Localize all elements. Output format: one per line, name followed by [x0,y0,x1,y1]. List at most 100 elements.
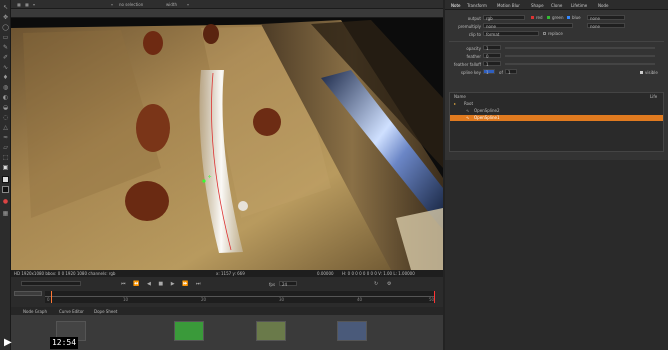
timeline-tick: 20 [201,297,207,302]
smear-icon[interactable]: ≈ [2,134,9,141]
foreground-color[interactable] [2,176,9,183]
left-toolbar: ↖ ✥ ◯ ▭ ✎ ✐ ∿ ♦ ◍ ◐ ◒ ◌ △ ≈ ▱ ⬚ ▣ ● ▦ [0,0,11,350]
eraser-icon[interactable]: ▱ [2,144,9,151]
fps-field[interactable]: 24 [279,281,297,287]
output-label: output [467,16,481,21]
grid-icon[interactable]: ▦ [2,210,9,217]
blur-icon[interactable]: ◌ [2,114,9,121]
video-play-icon[interactable]: ▶ [4,337,18,350]
record-icon[interactable]: ● [2,198,9,205]
timeline-tick: 40 [357,297,363,302]
loop-icon[interactable]: ↻ [374,281,378,287]
last-frame-icon[interactable]: ⏭ [196,281,204,287]
pen-icon[interactable]: ✐ [2,54,9,61]
viewer-width-label[interactable]: width [166,2,177,7]
viewer-selection-label[interactable]: no selection [119,2,143,7]
viewer-toolbar [11,9,443,18]
layer-row-selected[interactable]: ∿ OpenSpline1 [450,115,663,121]
timeline-scrubber[interactable]: 0 10 20 30 40 50 [45,291,435,303]
play-back-icon[interactable]: ◀ [147,281,154,287]
select-icon[interactable]: ↖ [2,4,9,11]
tab-dope-sheet[interactable]: Dope Sheet [94,309,117,314]
premultiply-label: premultiply [458,24,481,29]
play-icon[interactable]: ▶ [171,281,178,287]
tab-node[interactable]: Node [598,3,608,8]
open-spline-icon[interactable]: ∿ [2,64,9,71]
tab-curve-editor[interactable]: Curve Editor [59,309,84,314]
out-point-marker[interactable] [434,291,435,303]
plate-node-thumbnail[interactable] [256,321,286,341]
tab-transform[interactable]: Transform [467,3,487,8]
sharpen-icon[interactable]: △ [2,124,9,131]
global-dropdown[interactable] [14,291,42,296]
color-swatch-icon[interactable]: ▣ [2,164,9,171]
transform-icon[interactable]: ✥ [2,14,9,21]
tab-shape[interactable]: Shape [531,3,544,8]
spline-point[interactable] [202,179,206,183]
clone-icon[interactable]: ◍ [2,84,9,91]
background-node-thumbnail[interactable] [337,321,367,341]
ellipse-icon[interactable]: ◯ [2,24,9,31]
feather-falloff-slider[interactable] [505,63,655,65]
tab-node-graph[interactable]: Node Graph [23,309,47,314]
playback-controls: ⏮ ⏪ ◀ ■ ▶ ⏩ ⏭ [121,281,271,287]
viewer-channel-icon[interactable]: ■ [25,2,29,7]
output-dropdown[interactable]: rgb [483,15,525,21]
greenscreen-node-thumbnail[interactable] [174,321,204,341]
timeline-tick: 10 [123,297,129,302]
next-key-icon[interactable]: ⏩ [182,281,191,287]
opacity-slider[interactable] [505,47,655,49]
rectangle-icon[interactable]: ▭ [2,34,9,41]
frame-range-field[interactable] [21,281,81,286]
viewer-pixel-values: 0.00000 [317,271,334,276]
viewer-dropdown-icon[interactable]: ▾ [111,2,113,7]
layer-root-label: Root [464,101,474,106]
replace-checkbox[interactable] [543,32,546,35]
blue-checkbox[interactable] [567,16,570,19]
dodge-icon[interactable]: ◒ [2,104,9,111]
prev-key-icon[interactable]: ⏪ [133,281,142,287]
viewer-cursor-position: x: 1157 y: 669 [216,271,245,276]
layer-root-row[interactable]: ▸ Root [450,101,663,107]
timeline-panel: ⏮ ⏪ ◀ ■ ▶ ⏩ ⏭ fps 24 ↻ ⚙ 0 10 20 30 40 5… [11,277,443,307]
layer-name-header: Name [454,94,466,99]
tab-lifetime[interactable]: Lifetime [571,3,587,8]
layer-row[interactable]: ∿ OpenSpline2 [450,108,663,114]
red-checkbox[interactable] [531,16,534,19]
properties-tabbar: Note Transform Motion Blur Shape Clone L… [445,0,668,10]
spline-of-label: of [499,70,503,75]
viewer-lock-icon[interactable]: ■ [17,2,21,7]
viewer-display-icon[interactable]: ▾ [33,2,35,7]
bezier-icon[interactable]: ✎ [2,44,9,51]
tab-motion-blur[interactable]: Motion Blur [497,3,520,8]
viewer-format-info: HD 1920x1080 bbox: 0 0 1920 1080 channel… [14,271,116,276]
visible-checkbox[interactable] [640,71,643,74]
viewer-canvas[interactable]: ✢ [11,18,443,270]
spline-key-field[interactable]: 1 [483,69,495,75]
tab-clone[interactable]: Clone [551,3,562,8]
opacity-field[interactable]: 1 [483,45,501,51]
background-color[interactable] [2,186,9,193]
green-checkbox[interactable] [547,16,550,19]
spline-icon: ∿ [466,115,470,120]
playhead[interactable] [51,291,52,303]
brush-icon[interactable]: ♦ [2,74,9,81]
settings-icon[interactable]: ⚙ [387,281,391,287]
node-edit-icon[interactable]: ⬚ [2,154,9,161]
alpha-dropdown[interactable]: none [587,15,625,21]
premultiply-mask-dropdown[interactable]: none [587,23,625,29]
layer-label: OpenSpline2 [474,108,500,113]
tab-note[interactable]: Note [451,3,460,8]
red-label: red [536,15,543,20]
premultiply-dropdown[interactable]: none [483,23,573,29]
stop-icon[interactable]: ■ [158,281,166,287]
first-frame-icon[interactable]: ⏮ [121,281,129,287]
feather-label: feather [466,54,481,59]
reveal-icon[interactable]: ◐ [2,94,9,101]
feather-slider[interactable] [505,55,655,57]
feather-falloff-field[interactable]: 1 [483,61,501,67]
clip-to-dropdown[interactable]: format [483,31,539,37]
properties-panel: Note Transform Motion Blur Shape Clone L… [445,0,668,160]
feather-field[interactable]: 0 [483,53,501,59]
viewer-width-dropdown-icon[interactable]: ▾ [187,2,189,7]
